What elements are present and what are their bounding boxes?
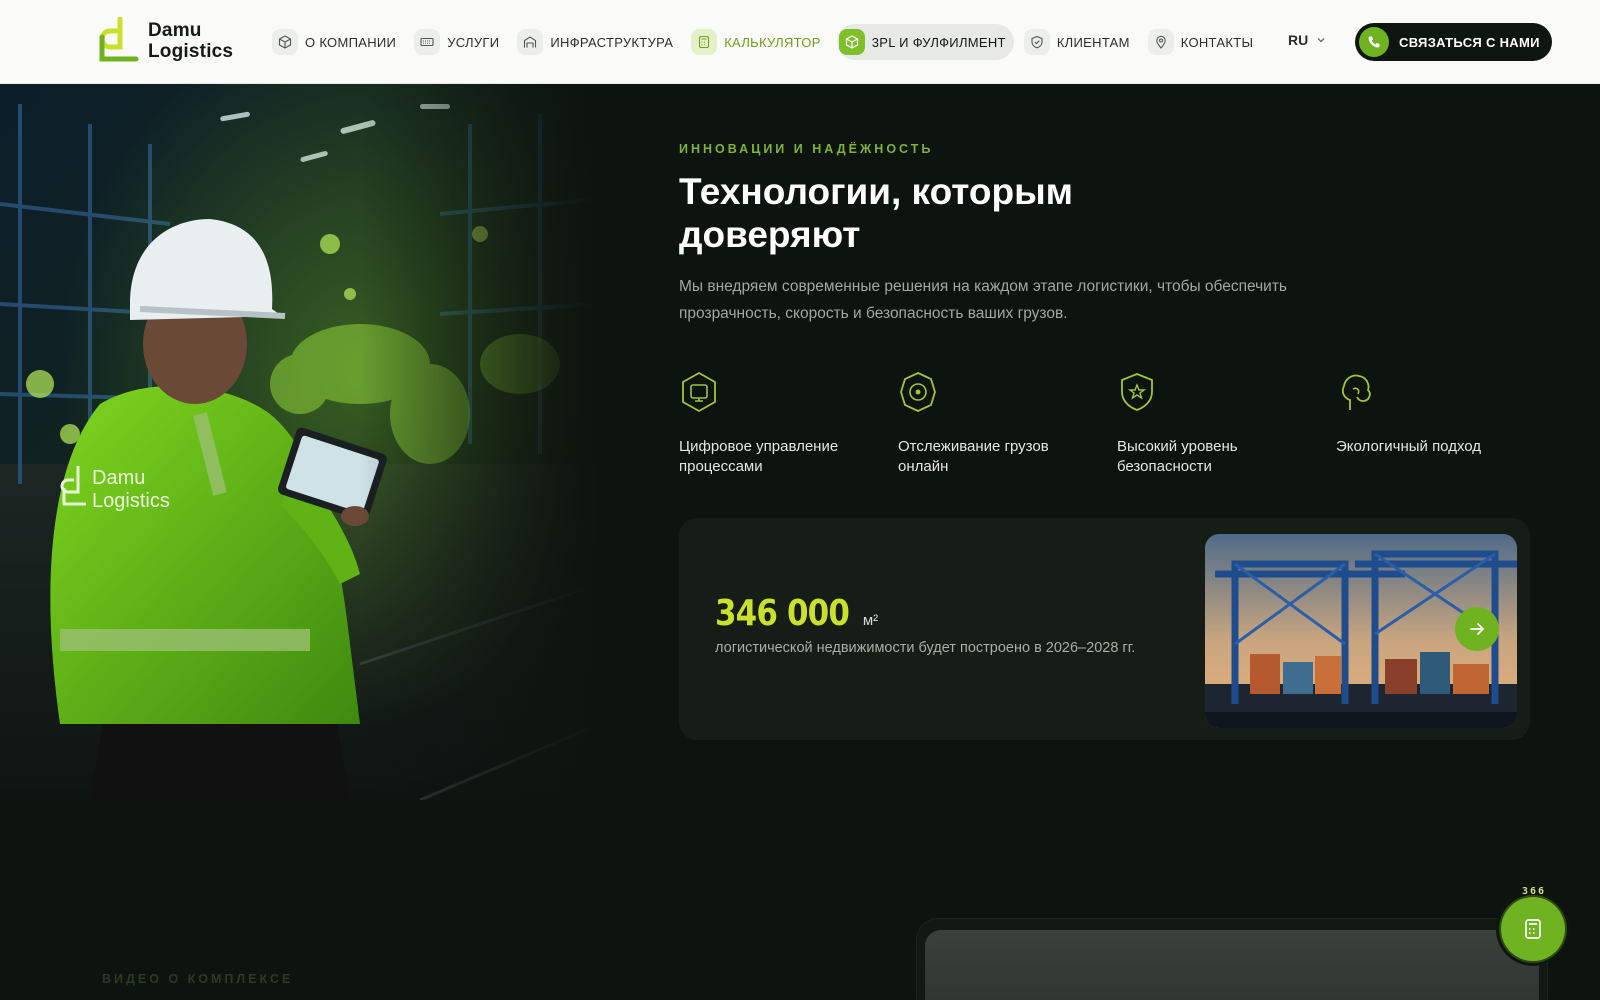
- language-label: RU: [1288, 32, 1309, 48]
- stat-description: логистической недвижимости будет построе…: [715, 640, 1136, 656]
- floating-counter: 366: [1521, 886, 1547, 897]
- contact-us-button[interactable]: СВЯЗАТЬСЯ С НАМИ: [1355, 23, 1552, 61]
- chevron-down-icon: [1317, 38, 1325, 43]
- video-section-eyebrow: ВИДЕО О КОМПЛЕКСЕ: [102, 972, 294, 986]
- cube-icon: [272, 29, 298, 55]
- main-nav: О КОМПАНИИ УСЛУГИ ИНФРАСТРУКТУРА КАЛЬКУЛ…: [270, 24, 1269, 60]
- nav-item-clients[interactable]: КЛИЕНТАМ: [1022, 24, 1138, 60]
- logo-mark-icon: [99, 17, 139, 62]
- feature-label-eco: Экологичный подход: [1336, 438, 1482, 455]
- hero-warehouse-photo: Damu Logistics: [0, 84, 600, 800]
- features-list: Цифровое управление процессами Отслежива…: [679, 370, 1559, 477]
- eco-icon: [1341, 374, 1371, 410]
- next-arrow-button[interactable]: [1455, 607, 1499, 651]
- nav-item-infrastructure[interactable]: ИНФРАСТРУКТУРА: [515, 24, 681, 60]
- stat-number: 346 000: [715, 593, 850, 634]
- floating-calculator-button[interactable]: [1496, 892, 1570, 966]
- shield-icon: [1023, 29, 1050, 55]
- nav-item-services[interactable]: УСЛУГИ: [412, 24, 507, 60]
- stat-unit: м²: [862, 612, 879, 629]
- calculator-icon: [691, 29, 718, 55]
- stat-card: 346 000 м² логистической недвижимости бу…: [679, 518, 1530, 740]
- site-header: Damu Logistics О КОМПАНИИ УСЛУГИ ИНФРАСТ…: [0, 0, 1600, 84]
- page-title: Технологии, которым доверяют: [679, 171, 1074, 255]
- location-pin-icon: [1147, 29, 1174, 55]
- section-eyebrow: ИННОВАЦИИ И НАДЁЖНОСТЬ: [679, 142, 934, 156]
- phone-icon: [1359, 27, 1389, 57]
- feature-label-digital: Цифровое управление процессами: [679, 438, 839, 475]
- nav-label-clients: КЛИЕНТАМ: [1056, 34, 1130, 50]
- nav-item-contacts[interactable]: КОНТАКТЫ: [1146, 24, 1262, 60]
- calculator-icon: [1525, 919, 1541, 939]
- contact-us-label: СВЯЗАТЬСЯ С НАМИ: [1399, 34, 1540, 50]
- nav-label-contacts: КОНТАКТЫ: [1180, 34, 1254, 50]
- feature-label-tracking: Отслеживание грузов онлайн: [898, 438, 1049, 475]
- hero-illustration: Damu Logistics: [0, 84, 600, 800]
- nav-label-services: УСЛУГИ: [447, 34, 500, 50]
- language-selector[interactable]: RU: [1288, 32, 1326, 48]
- logo-line1: Damu: [148, 20, 202, 41]
- nav-label-calculator: КАЛЬКУЛЯТОР: [724, 34, 821, 50]
- nav-item-about[interactable]: О КОМПАНИИ: [270, 24, 404, 60]
- security-shield-icon: [1121, 373, 1153, 411]
- tracking-icon: [900, 372, 936, 412]
- warehouse-icon: [517, 29, 544, 55]
- logo[interactable]: Damu Logistics: [96, 17, 233, 65]
- box-icon: [838, 29, 865, 55]
- feature-item-digital: Цифровое управление процессами: [679, 370, 898, 477]
- feature-item-security: Высокий уровень безопасности: [1117, 370, 1336, 477]
- nav-label-about: О КОМПАНИИ: [305, 34, 397, 50]
- logo-line2: Logistics: [148, 41, 234, 62]
- feature-item-eco: Экологичный подход: [1336, 370, 1555, 477]
- digital-management-icon: [682, 371, 716, 413]
- video-player[interactable]: [925, 930, 1539, 1000]
- nav-item-3pl[interactable]: 3PL И ФУЛФИЛМЕНТ: [836, 24, 1014, 60]
- arrow-right-icon: [1470, 623, 1484, 635]
- nav-item-calculator[interactable]: КАЛЬКУЛЯТОР: [689, 24, 829, 60]
- keyboard-icon: [414, 29, 441, 55]
- feature-item-tracking: Отслеживание грузов онлайн: [898, 370, 1117, 477]
- section-description: Мы внедряем современные решения на каждо…: [679, 278, 1288, 322]
- nav-label-3pl: 3PL И ФУЛФИЛМЕНТ: [871, 34, 1006, 50]
- nav-label-infrastructure: ИНФРАСТРУКТУРА: [550, 34, 674, 50]
- feature-label-security: Высокий уровень безопасности: [1117, 438, 1238, 475]
